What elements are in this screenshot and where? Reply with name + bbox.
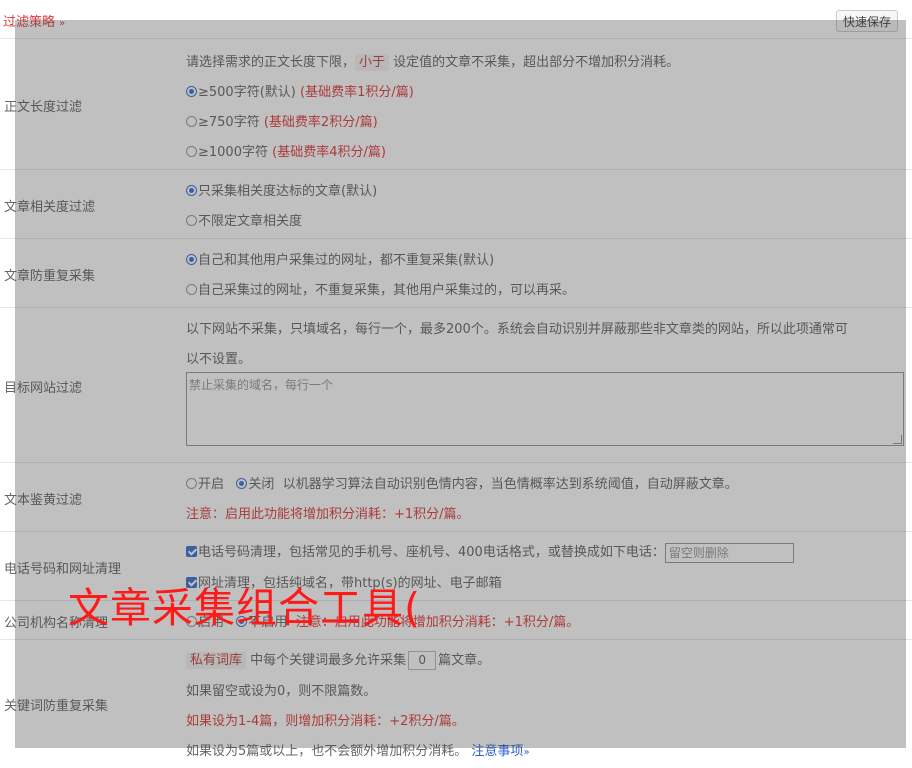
radio-button[interactable] xyxy=(186,185,197,196)
max-articles-input[interactable]: 0 xyxy=(408,651,437,670)
textarea-placeholder: 禁止采集的域名，每行一个 xyxy=(189,378,334,392)
resize-grip-icon[interactable] xyxy=(893,435,902,444)
notes-link-text: 注意事项 xyxy=(471,744,524,759)
length-filter-label: 正文长度过滤 xyxy=(4,100,83,115)
keyword-text-suffix: 篇文章。 xyxy=(438,653,491,668)
blocked-domains-textarea[interactable]: 禁止采集的域名，每行一个 xyxy=(186,372,904,446)
filter-strategy-header: 过滤策略» 快速保存 xyxy=(0,0,912,39)
option-label: 只采集相关度达标的文章(默认) xyxy=(198,184,378,199)
radio-button[interactable] xyxy=(186,284,197,295)
less-than-tag: 小于 xyxy=(355,54,390,71)
porn-filter-row: 文本鉴黄过滤 开启 关闭 以机器学习算法自动识别色情内容，当色情概率达到系统阈值… xyxy=(0,463,912,532)
quick-save-button[interactable]: 快速保存 xyxy=(836,10,899,32)
keyword-text-prefix: 中每个关键词最多允许采集 xyxy=(250,653,407,668)
replacement-phone-input[interactable]: 留空则删除 xyxy=(664,542,794,563)
keyword-dedupe-line-2: 如果留空或设为0，则不限篇数。 xyxy=(186,684,377,699)
radio-button[interactable] xyxy=(236,478,248,489)
keyword-dedupe-line-3: 如果设为1-4篇，则增加积分消耗：+2积分/篇。 xyxy=(186,714,465,729)
porn-filter-options: 开启 关闭 以机器学习算法自动识别色情内容，当色情概率达到系统阈值，自动屏蔽文章… xyxy=(186,473,738,492)
radio-button[interactable] xyxy=(186,478,197,489)
checkbox[interactable] xyxy=(186,546,197,557)
keyword-dedupe-row: 关键词防重复采集 私有词库 中每个关键词最多允许采集 0 篇文章。 如果留空或设为0… xyxy=(0,640,912,768)
option-label: 开启 xyxy=(198,477,225,492)
intro-text-suffix: 设定值的文章不采集，超出部分不增加积分消耗。 xyxy=(393,55,680,70)
radio-button[interactable] xyxy=(186,86,197,97)
chevron-down-icon: » xyxy=(59,18,66,29)
relevance-option-qualified[interactable]: 只采集相关度达标的文章(默认) xyxy=(186,180,377,199)
length-option-750[interactable]: ≥750字符 (基础费率2积分/篇) xyxy=(186,111,378,130)
relevance-filter-label: 文章相关度过滤 xyxy=(4,200,96,215)
private-lexicon-tag[interactable]: 私有词库 xyxy=(186,652,247,669)
watermark-text: 文章采集组合工具( xyxy=(68,584,421,632)
dedupe-option-self[interactable]: 自己采集过的网址，不重复采集，其他用户采集过的，可以再采。 xyxy=(186,279,575,298)
option-rate-note: (基础费率2积分/篇) xyxy=(263,115,378,130)
option-label: ≥500字符(默认) xyxy=(198,85,296,100)
section-title-text: 过滤策略 xyxy=(3,15,56,30)
length-filter-row: 正文长度过滤 请选择需求的正文长度下限， 小于 设定值的文章不采集，超出部分不增加… xyxy=(0,39,912,170)
porn-option-on[interactable]: 开启 xyxy=(186,477,224,492)
option-rate-note: (基础费率1积分/篇) xyxy=(300,85,414,100)
relevance-option-any[interactable]: 不限定文章相关度 xyxy=(186,210,302,229)
phone-cleanup-option[interactable]: 电话号码清理，包括常见的手机号、座机号、400电话格式，或替换成如下电话： 留空则… xyxy=(186,541,794,563)
length-filter-intro: 请选择需求的正文长度下限， 小于 设定值的文章不采集，超出部分不增加积分消耗。 xyxy=(186,51,680,71)
option-label: ≥1000字符 xyxy=(198,145,268,160)
option-label: 自己采集过的网址，不重复采集，其他用户采集过的，可以再采。 xyxy=(198,283,576,298)
porn-filter-label: 文本鉴黄过滤 xyxy=(4,493,83,508)
chevron-down-icon: » xyxy=(523,747,530,758)
radio-button[interactable] xyxy=(186,215,197,226)
porn-option-off[interactable]: 关闭 xyxy=(236,477,274,492)
relevance-filter-row: 文章相关度过滤 只采集相关度达标的文章(默认) 不限定文章相关度 xyxy=(0,170,912,239)
site-filter-intro-2: 以不设置。 xyxy=(186,352,252,367)
option-label: 自己和其他用户采集过的网址，都不重复采集(默认) xyxy=(198,253,495,268)
keyword-dedupe-line-4: 如果设为5篇或以上，也不会额外增加积分消耗。 注意事项» xyxy=(186,740,530,759)
radio-button[interactable] xyxy=(186,116,197,127)
option-label: 电话号码清理，包括常见的手机号、座机号、400电话格式，或替换成如下电话： xyxy=(198,545,665,560)
radio-button[interactable] xyxy=(186,146,197,157)
intro-text: 请选择需求的正文长度下限， xyxy=(186,55,356,70)
dedupe-label: 文章防重复采集 xyxy=(4,269,96,284)
notes-link[interactable]: 注意事项» xyxy=(471,744,529,759)
radio-button[interactable] xyxy=(186,254,197,265)
porn-filter-description: 以机器学习算法自动识别色情内容，当色情概率达到系统阈值，自动屏蔽文章。 xyxy=(282,477,738,492)
keyword-dedupe-line-1: 私有词库 中每个关键词最多允许采集 0 篇文章。 xyxy=(186,649,490,670)
dedupe-option-all[interactable]: 自己和其他用户采集过的网址，都不重复采集(默认) xyxy=(186,249,494,268)
option-label: 不限定文章相关度 xyxy=(198,214,303,229)
keyword-line-4-text: 如果设为5篇或以上，也不会额外增加积分消耗。 xyxy=(186,744,468,759)
option-label: ≥750字符 xyxy=(198,115,260,130)
porn-filter-note: 注意：启用此功能将增加积分消耗：+1积分/篇。 xyxy=(186,507,470,522)
option-rate-note: (基础费率4积分/篇) xyxy=(272,145,386,160)
site-filter-label: 目标网站过滤 xyxy=(4,381,83,396)
section-title[interactable]: 过滤策略» xyxy=(3,11,65,30)
length-option-500[interactable]: ≥500字符(默认) (基础费率1积分/篇) xyxy=(186,81,414,100)
site-filter-intro-1: 以下网站不采集，只填域名，每行一个，最多200个。系统会自动识别并屏蔽那些非文章… xyxy=(186,322,848,337)
length-option-1000[interactable]: ≥1000字符 (基础费率4积分/篇) xyxy=(186,141,386,160)
keyword-dedupe-label: 关键词防重复采集 xyxy=(4,699,109,714)
dedupe-row: 文章防重复采集 自己和其他用户采集过的网址，都不重复采集(默认) 自己采集过的网… xyxy=(0,239,912,308)
option-label: 关闭 xyxy=(248,477,275,492)
